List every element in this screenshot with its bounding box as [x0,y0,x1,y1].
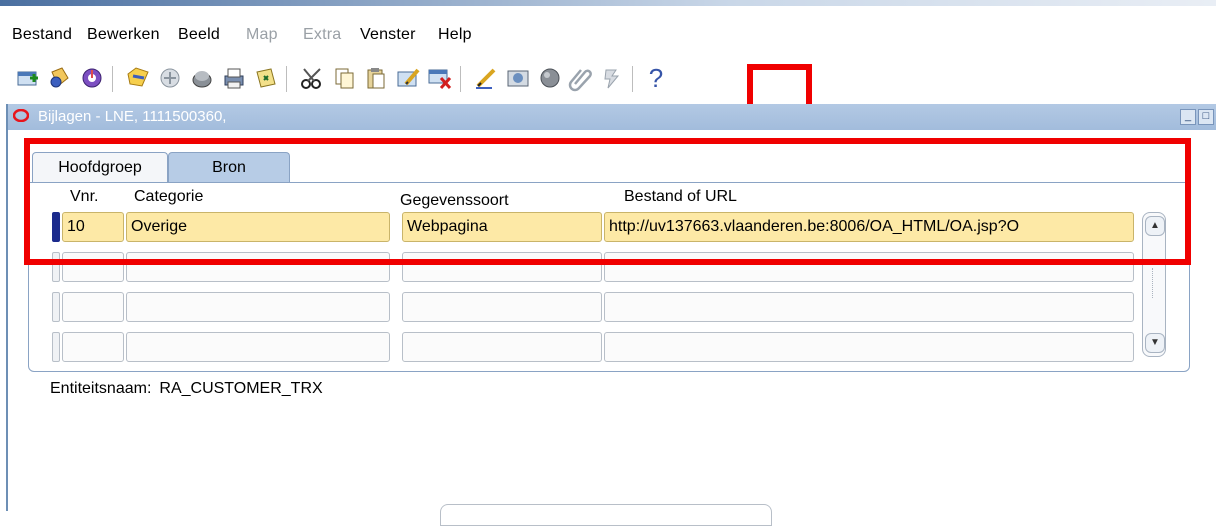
row-indicator[interactable] [52,332,60,362]
toolbar-separator [112,66,116,92]
menu-map[interactable]: Map [246,26,278,44]
menu-venster[interactable]: Venster [360,26,416,44]
minimize-icon[interactable]: _ [1180,109,1196,125]
menu-bewerken[interactable]: Bewerken [87,26,160,44]
bottom-field[interactable] [440,504,772,526]
edit-record-icon[interactable] [394,64,422,92]
maximize-icon[interactable]: □ [1198,109,1214,125]
vnr-field[interactable] [62,332,124,362]
menu-extra[interactable]: Extra [303,26,341,44]
delete-record-icon[interactable] [426,64,454,92]
attachments-icon[interactable] [566,64,594,92]
help-tree-icon[interactable] [598,64,626,92]
categorie-field[interactable] [126,332,390,362]
print-icon[interactable] [156,64,184,92]
new-record-icon[interactable] [14,64,42,92]
folder-icon[interactable] [536,64,564,92]
oracle-logo-icon [12,108,30,123]
translations-icon[interactable] [504,64,532,92]
copy-icon[interactable] [330,64,358,92]
app-top-border [0,0,1216,6]
close-form-icon[interactable] [188,64,216,92]
entity-name-value: RA_CUSTOMER_TRX [159,380,323,397]
bestand-url-field[interactable] [604,292,1134,322]
print-setup-icon[interactable] [220,64,248,92]
toolbar-separator [286,66,290,92]
scroll-down-icon[interactable]: ▼ [1145,333,1165,353]
bestand-url-field[interactable] [604,332,1134,362]
entity-name-line: Entiteitsnaam: RA_CUSTOMER_TRX [50,380,323,398]
menu-beeld[interactable]: Beeld [178,26,220,44]
gegevenssoort-field[interactable] [402,292,602,322]
zoom-icon[interactable] [252,64,280,92]
categorie-field[interactable] [126,292,390,322]
gegevenssoort-field[interactable] [402,332,602,362]
paste-icon[interactable] [362,64,390,92]
save-icon[interactable] [124,64,152,92]
navigate-icon[interactable] [78,64,106,92]
vnr-field[interactable] [62,292,124,322]
entity-name-label: Entiteitsnaam: [50,380,152,397]
toolbar-separator [460,66,464,92]
menu-bestand[interactable]: Bestand [12,26,72,44]
toolbar: ? [0,60,1216,100]
scroll-grip[interactable] [1152,268,1157,298]
menu-bar: Bestand Bewerken Beeld Map Extra Venster… [0,22,1216,48]
window-titlebar: Bijlagen - LNE, 1111500360, _ □ [8,104,1216,130]
search-icon[interactable] [46,64,74,92]
record-highlight [24,138,1191,265]
toolbar-separator [632,66,636,92]
menu-help[interactable]: Help [438,26,472,44]
help-icon[interactable]: ? [642,64,670,92]
window-title: Bijlagen - LNE, 1111500360, [38,108,227,125]
cut-icon[interactable] [298,64,326,92]
edit-field-icon[interactable] [472,64,500,92]
row-indicator[interactable] [52,292,60,322]
